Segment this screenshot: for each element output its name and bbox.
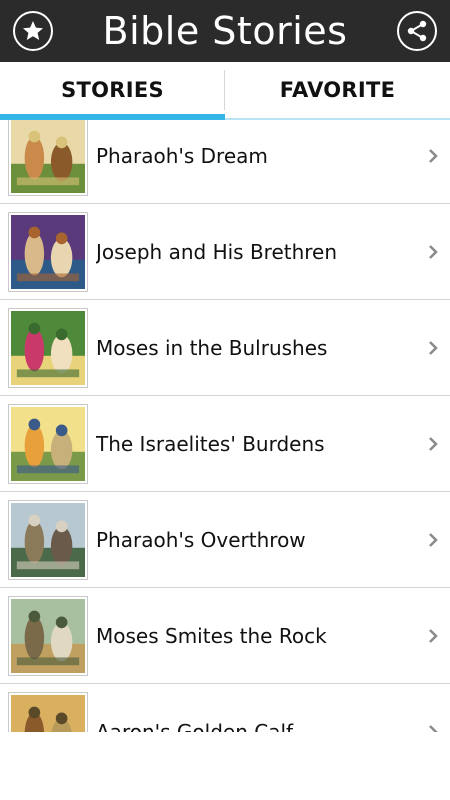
chevron-right-icon	[422, 244, 444, 260]
favorites-star-button[interactable]	[13, 11, 53, 51]
story-title: Pharaoh's Overthrow	[96, 527, 306, 552]
story-title: Pharaoh's Dream	[96, 143, 268, 168]
chevron-right-icon	[422, 148, 444, 164]
story-thumbnail	[8, 403, 88, 484]
share-icon	[407, 20, 427, 42]
list-item[interactable]: Joseph and His Brethren	[0, 204, 450, 300]
story-title: Moses in the Bulrushes	[96, 335, 328, 360]
tab-stories[interactable]: STORIES	[0, 62, 225, 120]
story-title: The Israelites' Burdens	[96, 431, 325, 456]
chevron-right-icon	[422, 532, 444, 548]
story-title: Moses Smites the Rock	[96, 623, 327, 648]
story-thumbnail	[8, 595, 88, 676]
story-title: Aaron's Golden Calf	[96, 719, 294, 733]
list-item[interactable]: Pharaoh's Overthrow	[0, 492, 450, 588]
stories-list[interactable]: Pharaoh's Dream Joseph and His Brethren Mo…	[0, 120, 450, 732]
app-bar: Bible Stories	[0, 0, 450, 62]
tab-bar: STORIES FAVORITE	[0, 62, 450, 120]
chevron-right-icon	[422, 436, 444, 452]
list-item[interactable]: Moses in the Bulrushes	[0, 300, 450, 396]
story-title: Joseph and His Brethren	[96, 239, 338, 264]
chevron-right-icon	[422, 724, 444, 732]
share-button[interactable]	[397, 11, 437, 51]
story-thumbnail	[8, 120, 88, 196]
chevron-right-icon	[422, 628, 444, 644]
tab-favorite[interactable]: FAVORITE	[225, 62, 450, 118]
list-item[interactable]: Moses Smites the Rock	[0, 588, 450, 684]
app-title: Bible Stories	[102, 9, 348, 53]
chevron-right-icon	[422, 340, 444, 356]
story-thumbnail	[8, 211, 88, 292]
bottom-blank-area	[0, 732, 450, 800]
star-icon	[23, 21, 43, 40]
list-item[interactable]: Aaron's Golden Calf	[0, 684, 450, 732]
list-item[interactable]: Pharaoh's Dream	[0, 120, 450, 204]
story-thumbnail	[8, 307, 88, 388]
story-thumbnail	[8, 499, 88, 580]
list-item[interactable]: The Israelites' Burdens	[0, 396, 450, 492]
story-thumbnail	[8, 691, 88, 732]
